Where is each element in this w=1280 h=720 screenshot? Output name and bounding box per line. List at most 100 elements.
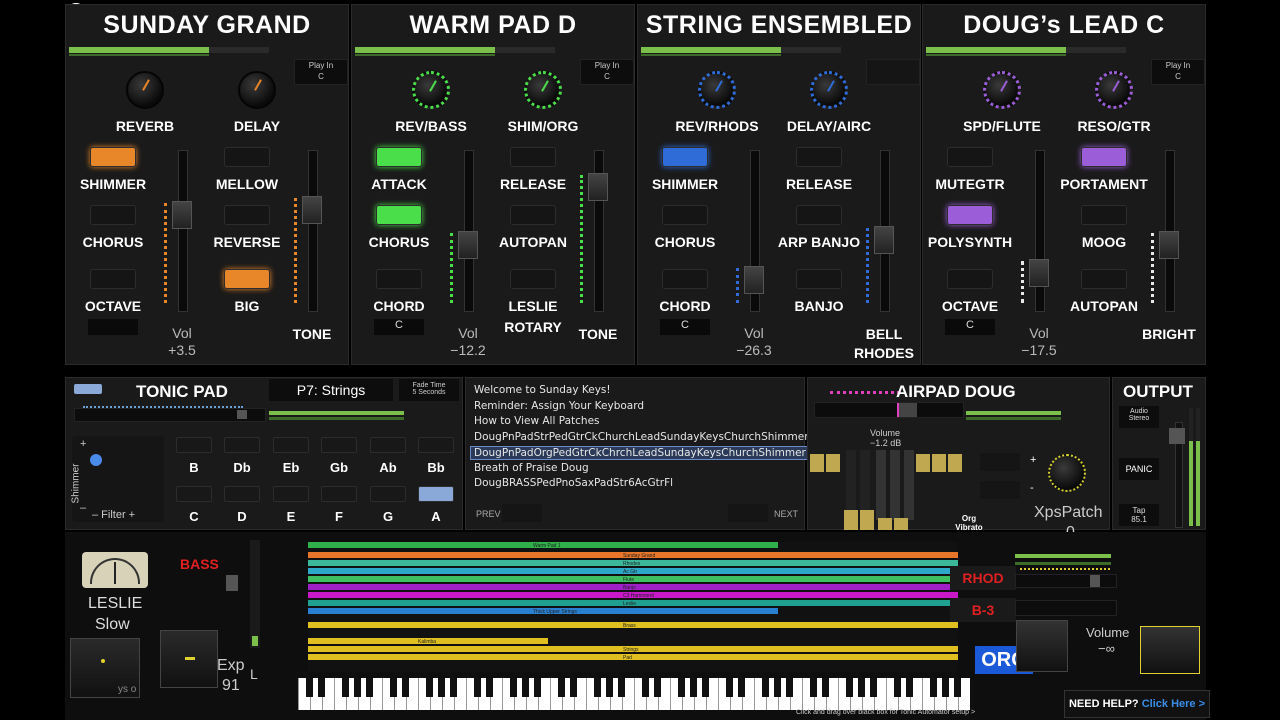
black-key[interactable]: [906, 678, 913, 697]
tone-fader[interactable]: [302, 196, 322, 224]
black-key[interactable]: [810, 678, 817, 697]
bass-fader[interactable]: [226, 575, 238, 591]
panic-button[interactable]: PANIC: [1119, 458, 1159, 480]
knob-shim-org[interactable]: [524, 71, 562, 109]
black-key[interactable]: [930, 678, 937, 697]
toggle-mellow-button[interactable]: [224, 147, 270, 167]
airpad-slider[interactable]: [814, 402, 964, 418]
note-button-g[interactable]: [370, 486, 406, 502]
note-button-b[interactable]: [176, 437, 212, 453]
toggle-mutegtr-button[interactable]: [947, 147, 993, 167]
black-key[interactable]: [942, 678, 949, 697]
black-key[interactable]: [762, 678, 769, 697]
patch-list-item[interactable]: DougPnPadOrgPedGtrCkChrchLeadSundayKeysC…: [470, 446, 810, 460]
black-key[interactable]: [570, 678, 577, 697]
note-button-db[interactable]: [224, 437, 260, 453]
toggle-polysynth-button[interactable]: [947, 205, 993, 225]
track-bar[interactable]: [308, 654, 958, 660]
tonic-patch-selector[interactable]: P7: Strings: [269, 379, 393, 401]
toggle-attack-button[interactable]: [376, 147, 422, 167]
black-key[interactable]: [534, 678, 541, 697]
tap-button[interactable]: Tap 85.1: [1119, 504, 1159, 526]
knob-rev-bass[interactable]: [412, 71, 450, 109]
knob-delay[interactable]: [238, 71, 276, 109]
toggle-release-button[interactable]: [510, 147, 556, 167]
black-key[interactable]: [702, 678, 709, 697]
next-button[interactable]: NEXT: [774, 509, 798, 519]
tonic-volume-slider[interactable]: [74, 406, 266, 422]
note-button-eb[interactable]: [273, 437, 309, 453]
tone-fader-track[interactable]: [308, 150, 318, 312]
airpad-slot-2[interactable]: [980, 481, 1020, 499]
black-key[interactable]: [426, 678, 433, 697]
black-key[interactable]: [858, 678, 865, 697]
knob-rev-rhods[interactable]: [698, 71, 736, 109]
right-slider-2[interactable]: [1015, 600, 1117, 616]
patch-list-item[interactable]: Welcome to Sunday Keys!: [470, 384, 615, 396]
patch-list-item[interactable]: Reminder: Assign Your Keyboard: [470, 400, 648, 412]
black-key[interactable]: [402, 678, 409, 697]
chord-key-box[interactable]: C: [945, 319, 995, 335]
note-button-a[interactable]: [418, 486, 454, 502]
toggle-chorus-button[interactable]: [662, 205, 708, 225]
swell-pedal[interactable]: [1016, 620, 1068, 672]
black-key[interactable]: [786, 678, 793, 697]
toggle-arp-banjo-button[interactable]: [796, 205, 842, 225]
toggle-banjo-button[interactable]: [796, 269, 842, 289]
black-key[interactable]: [870, 678, 877, 697]
shimmer-filter-pad[interactable]: Shimmer + – – Filter +: [71, 436, 164, 522]
volume-fader[interactable]: [458, 231, 478, 259]
toggle-shimmer-button[interactable]: [662, 147, 708, 167]
black-key[interactable]: [318, 678, 325, 697]
black-key[interactable]: [558, 678, 565, 697]
volume-fader[interactable]: [172, 201, 192, 229]
black-key[interactable]: [306, 678, 313, 697]
track-area[interactable]: Warm Pad 1 Sunday Grand Rhodes Ac Gtr Flute B…: [308, 542, 958, 672]
chord-key-box[interactable]: [88, 319, 138, 335]
black-key[interactable]: [678, 678, 685, 697]
chord-key-box[interactable]: C: [374, 319, 424, 335]
toggle-reverse-button[interactable]: [224, 205, 270, 225]
note-button-bb[interactable]: [418, 437, 454, 453]
output-fader[interactable]: [1169, 428, 1185, 444]
play-in-box[interactable]: Play In C: [294, 59, 348, 85]
note-button-f[interactable]: [321, 486, 357, 502]
next-slot[interactable]: [728, 504, 768, 522]
audio-box[interactable]: Audio Stereo: [1119, 406, 1159, 428]
black-key[interactable]: [390, 678, 397, 697]
note-button-gb[interactable]: [321, 437, 357, 453]
black-key[interactable]: [954, 678, 961, 697]
volume-fader[interactable]: [1029, 259, 1049, 287]
toggle-leslie-button[interactable]: [510, 269, 556, 289]
play-in-box[interactable]: [866, 59, 920, 85]
play-in-box[interactable]: Play In C: [1151, 59, 1205, 85]
toggle-big-button[interactable]: [224, 269, 270, 289]
xy-cursor[interactable]: [90, 454, 102, 466]
black-key[interactable]: [774, 678, 781, 697]
xps-knob[interactable]: [1048, 454, 1086, 492]
black-key[interactable]: [606, 678, 613, 697]
play-in-box[interactable]: Play In C: [580, 59, 634, 85]
knob-reverb[interactable]: [126, 71, 164, 109]
black-key[interactable]: [486, 678, 493, 697]
note-button-e[interactable]: [273, 486, 309, 502]
b3-button[interactable]: B-3: [950, 598, 1016, 622]
note-button-d[interactable]: [224, 486, 260, 502]
black-key[interactable]: [366, 678, 373, 697]
black-key[interactable]: [522, 678, 529, 697]
toggle-octave-button[interactable]: [947, 269, 993, 289]
black-key[interactable]: [474, 678, 481, 697]
toggle-autopan-button[interactable]: [1081, 269, 1127, 289]
black-key[interactable]: [594, 678, 601, 697]
leslie-speed[interactable]: Slow: [95, 616, 130, 634]
black-key[interactable]: [342, 678, 349, 697]
fade-time-box[interactable]: Fade Time 5 Seconds: [399, 379, 459, 401]
black-key[interactable]: [726, 678, 733, 697]
knob-delay-airc[interactable]: [810, 71, 848, 109]
black-key[interactable]: [894, 678, 901, 697]
patch-list-item[interactable]: Breath of Praise Doug: [470, 462, 593, 474]
black-key[interactable]: [510, 678, 517, 697]
black-key[interactable]: [354, 678, 361, 697]
note-button-ab[interactable]: [370, 437, 406, 453]
toggle-octave-button[interactable]: [90, 269, 136, 289]
